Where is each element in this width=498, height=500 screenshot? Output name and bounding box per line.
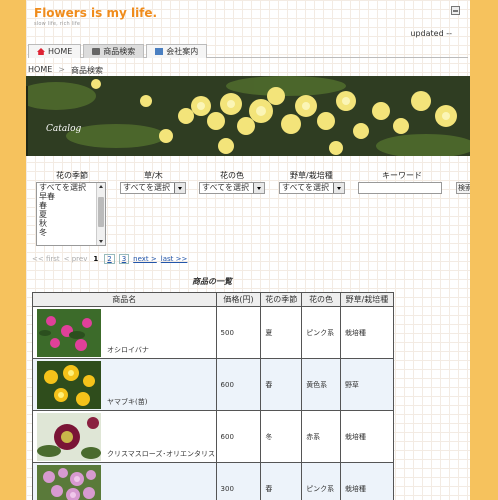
pager-next[interactable]: next > xyxy=(133,255,157,263)
product-thumbnail[interactable] xyxy=(37,413,101,461)
scroll-down-icon[interactable] xyxy=(99,240,103,243)
product-name[interactable]: オシロイバナ xyxy=(107,345,149,355)
col-header-season: 花の季節 xyxy=(260,292,303,307)
product-table: 商品名 価格(円) 花の季節 花の色 野草/栽培種 オシロイバナ 500 夏 ピ… xyxy=(32,292,395,500)
table-row[interactable]: クリスマスローズ･オリエンタリス 600 冬 赤系 栽培種 xyxy=(32,410,395,463)
site-subtitle: slow life, rich life xyxy=(34,21,81,27)
season-option[interactable]: 秋 xyxy=(37,219,105,228)
home-icon xyxy=(37,48,45,55)
pager: << first < prev 1 2 3 next > last >> xyxy=(32,254,187,264)
col-header-name: 商品名 xyxy=(32,292,217,307)
season-option[interactable]: 冬 xyxy=(37,228,105,237)
price-cell: 600 xyxy=(215,410,262,463)
season-cell: 春 xyxy=(260,358,303,411)
banner-flowers-image xyxy=(26,76,470,156)
document-icon xyxy=(155,48,164,55)
col-header-price: 価格(円) xyxy=(215,292,262,307)
wild-label: 野草/栽培種 xyxy=(290,171,333,180)
color-select-value: すべてを選択 xyxy=(202,183,249,192)
tab-home[interactable]: HOME xyxy=(28,44,82,58)
breadcrumb-separator: > xyxy=(58,65,65,74)
tab-product-search[interactable]: 商品検索 xyxy=(83,44,145,58)
season-option[interactable]: 早春 xyxy=(37,192,105,201)
season-option[interactable]: 春 xyxy=(37,201,105,210)
search-button[interactable]: 検索 xyxy=(456,182,470,194)
main-nav: HOME 商品検索 会社案内 xyxy=(28,44,468,58)
season-label: 花の季節 xyxy=(56,171,88,180)
breadcrumb: HOME > 商品検索 xyxy=(28,65,103,76)
product-thumbnail[interactable] xyxy=(37,309,101,357)
pager-page-2[interactable]: 2 xyxy=(104,254,115,264)
price-cell: 300 xyxy=(215,462,262,500)
season-listbox[interactable]: すべてを選択 早春 春 夏 秋 冬 xyxy=(36,182,106,246)
tab-product-search-label: 商品検索 xyxy=(103,47,136,56)
site-title[interactable]: Flowers is my life. xyxy=(34,6,157,20)
season-cell: 冬 xyxy=(260,410,303,463)
product-cell[interactable]: ヤマブキ(苗) xyxy=(32,358,217,411)
keyword-label: キーワード xyxy=(382,171,422,180)
catalog-banner: Catalog xyxy=(26,76,470,156)
breadcrumb-current: 商品検索 xyxy=(70,66,103,75)
price-cell: 500 xyxy=(215,306,262,359)
kind-cell: 栽培種 xyxy=(339,306,395,359)
search-filters: 花の季節 草/木 花の色 野草/栽培種 キーワード すべてを選択 早春 春 夏 … xyxy=(26,170,470,250)
type-select[interactable]: すべてを選択 xyxy=(120,182,186,194)
color-select[interactable]: すべてを選択 xyxy=(199,182,265,194)
color-cell: 赤系 xyxy=(301,410,341,463)
price-cell: 600 xyxy=(215,358,262,411)
season-cell: 春 xyxy=(260,462,303,500)
pager-page-3[interactable]: 3 xyxy=(118,254,130,264)
breadcrumb-home[interactable]: HOME xyxy=(28,65,52,76)
color-cell: ピンク系 xyxy=(301,462,341,500)
cart-icon xyxy=(92,48,101,55)
banner-caption: Catalog xyxy=(46,124,82,134)
product-thumbnail[interactable] xyxy=(37,465,101,500)
tab-company-label: 会社案内 xyxy=(166,47,199,56)
kind-cell: 栽培種 xyxy=(339,410,395,463)
scroll-up-icon[interactable] xyxy=(99,185,103,188)
scroll-thumb[interactable] xyxy=(98,197,104,227)
season-cell: 夏 xyxy=(260,306,303,359)
pager-first: << first xyxy=(32,255,60,263)
product-cell[interactable] xyxy=(32,462,217,500)
pager-prev: < prev xyxy=(63,255,88,263)
color-label: 花の色 xyxy=(220,171,244,180)
list-title: 商品の一覧 xyxy=(192,277,232,286)
keyword-input[interactable] xyxy=(358,182,442,194)
wild-select[interactable]: すべてを選択 xyxy=(279,182,345,194)
product-cell[interactable]: クリスマスローズ･オリエンタリス xyxy=(32,410,217,463)
print-icon[interactable] xyxy=(451,6,460,15)
product-name[interactable]: クリスマスローズ･オリエンタリス xyxy=(107,449,215,459)
season-option[interactable]: すべてを選択 xyxy=(37,183,105,192)
wild-select-value: すべてを選択 xyxy=(282,183,329,192)
kind-cell: 野草 xyxy=(339,358,395,411)
table-header-row: 商品名 価格(円) 花の季節 花の色 野草/栽培種 xyxy=(32,292,395,307)
chevron-down-icon[interactable] xyxy=(253,183,264,193)
color-cell: ピンク系 xyxy=(301,306,341,359)
product-thumbnail[interactable] xyxy=(37,361,101,409)
table-row[interactable]: ヤマブキ(苗) 600 春 黄色系 野草 xyxy=(32,358,395,411)
type-select-value: すべてを選択 xyxy=(123,183,170,192)
col-header-color: 花の色 xyxy=(301,292,341,307)
tab-company[interactable]: 会社案内 xyxy=(146,44,208,58)
pager-last[interactable]: last >> xyxy=(161,255,188,263)
table-row[interactable]: 300 春 ピンク系 栽培種 xyxy=(32,462,395,500)
product-name[interactable]: ヤマブキ(苗) xyxy=(107,397,147,407)
tab-home-label: HOME xyxy=(48,47,73,56)
season-option[interactable]: 夏 xyxy=(37,210,105,219)
product-cell[interactable]: オシロイバナ xyxy=(32,306,217,359)
type-label: 草/木 xyxy=(144,171,163,180)
chevron-down-icon[interactable] xyxy=(174,183,185,193)
updated-text: updated -- xyxy=(410,29,452,38)
color-cell: 黄色系 xyxy=(301,358,341,411)
kind-cell: 栽培種 xyxy=(339,462,395,500)
listbox-scrollbar[interactable] xyxy=(96,183,105,245)
col-header-kind: 野草/栽培種 xyxy=(339,292,395,307)
pager-current: 1 xyxy=(93,255,99,263)
page-frame: Flowers is my life. slow life, rich life… xyxy=(26,0,470,500)
chevron-down-icon[interactable] xyxy=(333,183,344,193)
table-row[interactable]: オシロイバナ 500 夏 ピンク系 栽培種 xyxy=(32,306,395,359)
